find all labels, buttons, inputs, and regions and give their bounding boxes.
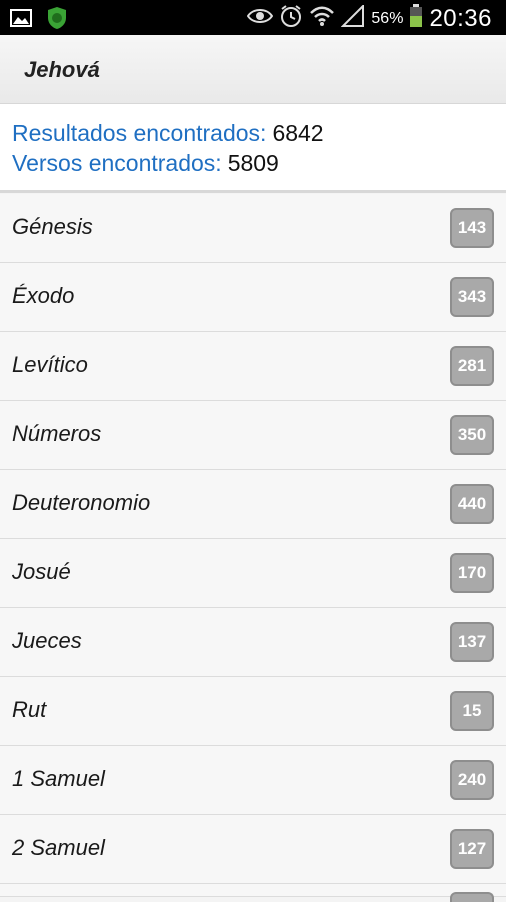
results-found-value: 6842 xyxy=(272,120,324,146)
count-badge: 350 xyxy=(450,415,494,455)
count-badge: 440 xyxy=(450,484,494,524)
clock-time: 20:36 xyxy=(429,4,492,32)
count-badge: 15 xyxy=(450,691,494,731)
status-bar: 56% 20:36 xyxy=(0,0,506,35)
results-found-line: Resultados encontrados: 6842 xyxy=(12,120,324,147)
count-badge: 170 xyxy=(450,553,494,593)
verses-found-value: 5809 xyxy=(227,150,279,176)
book-name: Rut xyxy=(12,697,47,722)
book-name: Jueces xyxy=(12,628,82,653)
signal-icon xyxy=(340,3,365,32)
list-item[interactable]: 2 Samuel 127 xyxy=(0,815,506,884)
count-badge: 137 xyxy=(450,622,494,662)
list-item[interactable]: Números 350 xyxy=(0,401,506,470)
book-name: 1 Samuel xyxy=(12,766,105,791)
book-name: Números xyxy=(12,421,102,446)
book-name: Levítico xyxy=(12,352,88,377)
list-item[interactable]: Josué 170 xyxy=(0,539,506,608)
list-item[interactable]: Rut 15 xyxy=(0,677,506,746)
book-results-list: Génesis 143 Éxodo 343 Levítico 281 Números 3… xyxy=(0,194,506,902)
verses-found-label: Versos encontrados: xyxy=(12,150,222,176)
image-icon xyxy=(10,8,32,33)
book-name: 2 Samuel xyxy=(12,835,105,860)
status-left-icons xyxy=(10,6,68,35)
list-item[interactable]: Génesis 143 xyxy=(0,194,506,263)
page-title: Jehová xyxy=(24,57,100,82)
alarm-icon xyxy=(279,4,303,33)
shield-lion-icon xyxy=(46,6,68,35)
book-name: Génesis xyxy=(12,214,93,239)
count-badge: 281 xyxy=(450,346,494,386)
eye-icon xyxy=(247,7,274,30)
battery-percent: 56% xyxy=(371,9,404,27)
list-item[interactable]: 1 Samuel 240 xyxy=(0,746,506,815)
list-item-partial[interactable] xyxy=(0,884,506,902)
wifi-icon xyxy=(309,5,335,32)
count-badge-partial xyxy=(450,892,494,902)
results-found-label: Resultados encontrados: xyxy=(12,120,267,146)
list-item[interactable]: Levítico 281 xyxy=(0,332,506,401)
book-name: Deuteronomio xyxy=(12,490,151,515)
list-item[interactable]: Jueces 137 xyxy=(0,608,506,677)
list-item[interactable]: Éxodo 343 xyxy=(0,263,506,332)
book-name: Éxodo xyxy=(12,283,75,308)
app-header: Jehová xyxy=(0,35,506,104)
count-badge: 343 xyxy=(450,277,494,317)
count-badge: 127 xyxy=(450,829,494,869)
verses-found-line: Versos encontrados: 5809 xyxy=(12,150,279,177)
battery-icon xyxy=(409,4,423,33)
count-badge: 143 xyxy=(450,208,494,248)
search-summary: Resultados encontrados: 6842 Versos encon… xyxy=(0,104,506,193)
book-name: Josué xyxy=(12,559,71,584)
count-badge: 240 xyxy=(450,760,494,800)
list-item[interactable]: Deuteronomio 440 xyxy=(0,470,506,539)
status-right-icons: 56% 20:36 xyxy=(247,3,492,33)
